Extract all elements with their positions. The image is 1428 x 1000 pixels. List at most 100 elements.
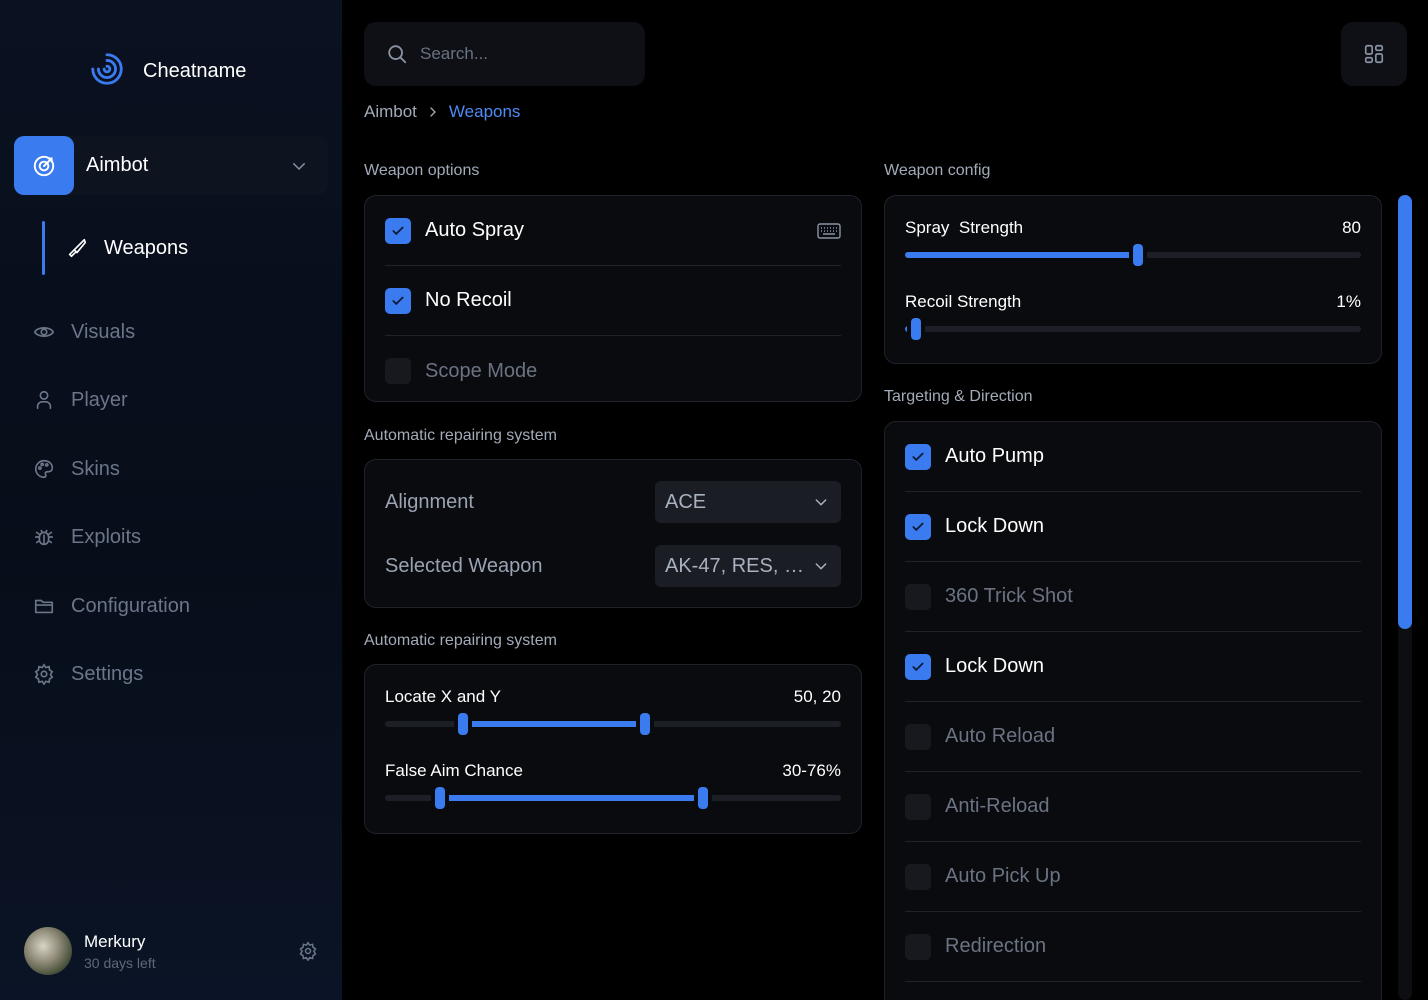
user-profile: Merkury 30 days left	[24, 926, 320, 976]
checkbox-unchecked[interactable]	[905, 583, 931, 610]
checkbox-checked[interactable]	[905, 653, 931, 680]
alignment-row: Alignment ACE	[385, 481, 841, 523]
spray-strength-slider: Spray Strength 80	[905, 218, 1361, 268]
chevron-down-icon	[813, 494, 829, 510]
checkbox-unchecked[interactable]	[905, 933, 931, 960]
sidebar-item-visuals[interactable]: Visuals	[32, 317, 135, 347]
option-label: Auto Pick Up	[945, 865, 1061, 887]
false-aim-slider: False Aim Chance 30-76%	[385, 761, 841, 811]
slider-track[interactable]	[385, 713, 841, 735]
sidebar-item-label: Aimbot	[86, 154, 149, 176]
eye-icon	[32, 321, 56, 343]
checkbox-unchecked[interactable]	[905, 723, 931, 750]
slider-handle[interactable]	[1132, 244, 1143, 266]
alignment-value: ACE	[665, 490, 707, 513]
slider-fill	[439, 795, 703, 801]
slider-handle[interactable]	[911, 318, 922, 340]
search-icon	[386, 43, 408, 65]
targeting-option[interactable]: Lock Down	[905, 492, 1361, 562]
sidebar-item-aimbot[interactable]: Aimbot	[14, 136, 328, 195]
slider-handle-max[interactable]	[697, 787, 708, 809]
sidebar-item-configuration[interactable]: Configuration	[32, 591, 190, 621]
brand: Cheatname	[88, 50, 246, 93]
sidebar-item-label: Configuration	[71, 594, 190, 617]
sidebar-item-exploits[interactable]: Exploits	[32, 522, 141, 552]
option-scope-mode[interactable]: Scope Mode	[385, 336, 841, 406]
slider-value: 30-76%	[782, 761, 841, 780]
breadcrumb: Aimbot Weapons	[364, 102, 520, 122]
option-label: Auto Spray	[425, 219, 524, 241]
targeting-option[interactable]: Auto Pick Up	[905, 842, 1361, 912]
targeting-card: Auto Pump Lock Down 360 Trick Shot Lock Dow…	[884, 421, 1382, 1000]
targeting-option[interactable]: Auto Reload	[905, 702, 1361, 772]
slider-label: Spray Strength	[905, 218, 1024, 237]
gear-icon	[32, 663, 56, 685]
user-name: Merkury	[84, 931, 146, 951]
checkbox-unchecked[interactable]	[905, 863, 931, 890]
targeting-option[interactable]: Anti-Reload	[905, 772, 1361, 842]
sidebar: Cheatname Aimbot Weapons Visuals Player …	[0, 0, 342, 1000]
slider-track[interactable]	[385, 787, 841, 809]
breadcrumb-parent[interactable]: Aimbot	[364, 102, 417, 122]
selected-weapon-value: AK-47, RES, SCAR	[665, 554, 807, 577]
slider-label: Recoil Strength	[905, 292, 1022, 311]
checkbox-unchecked[interactable]	[385, 358, 411, 384]
targeting-option[interactable]: Auto Pump	[905, 422, 1361, 492]
keyboard-icon[interactable]	[817, 222, 841, 239]
search-bar	[364, 22, 645, 86]
sidebar-item-label: Settings	[71, 662, 144, 685]
selected-weapon-label: Selected Weapon	[385, 554, 543, 577]
sidebar-subitem-weapons[interactable]: Weapons	[42, 221, 188, 275]
sidebar-item-label: Skins	[71, 457, 120, 480]
targeting-option[interactable]: 360 Trick Shot	[905, 562, 1361, 632]
weapon-config-card: Spray Strength 80 Recoil Strength 1%	[884, 195, 1382, 364]
sidebar-item-skins[interactable]: Skins	[32, 454, 120, 484]
targeting-option[interactable]: Redirection	[905, 912, 1361, 982]
option-auto-spray[interactable]: Auto Spray	[385, 196, 841, 266]
option-label: Lock Down	[945, 655, 1044, 677]
target-icon	[14, 136, 74, 195]
section-title-repairing-system: Automatic repairing system	[364, 427, 557, 444]
active-indicator	[42, 221, 45, 275]
checkbox-checked[interactable]	[905, 513, 931, 540]
folder-icon	[32, 595, 56, 617]
checkbox-checked[interactable]	[905, 443, 931, 470]
palette-icon	[32, 458, 56, 480]
targeting-option[interactable]: Lock Down	[905, 632, 1361, 702]
avatar[interactable]	[24, 927, 72, 975]
scrollbar[interactable]	[1398, 195, 1412, 1000]
slider-handle-min[interactable]	[457, 713, 468, 735]
slider-value: 80	[1342, 218, 1361, 237]
checkbox-checked[interactable]	[385, 287, 411, 314]
weapon-options-card: Auto Spray No Recoil Scope Mode	[364, 195, 862, 402]
chevron-down-icon	[813, 558, 829, 574]
gear-icon[interactable]	[298, 941, 318, 961]
spiral-logo-icon	[88, 50, 126, 93]
section-title-weapon-config: Weapon config	[884, 162, 991, 179]
locate-slider: Locate X and Y 50, 20	[385, 687, 841, 737]
option-label: Auto Pump	[945, 445, 1044, 467]
slider-handle-min[interactable]	[434, 787, 445, 809]
search-input[interactable]	[420, 44, 620, 64]
selected-weapon-select[interactable]: AK-47, RES, SCAR	[655, 545, 841, 587]
alignment-select[interactable]: ACE	[655, 481, 841, 523]
option-label: Lock Down	[945, 515, 1044, 537]
checkbox-checked[interactable]	[385, 217, 411, 244]
option-no-recoil[interactable]: No Recoil	[385, 266, 841, 336]
slider-handle-max[interactable]	[639, 713, 650, 735]
selected-weapon-row: Selected Weapon AK-47, RES, SCAR	[385, 545, 841, 587]
scrollbar-thumb[interactable]	[1398, 195, 1412, 629]
checkbox-unchecked[interactable]	[905, 793, 931, 820]
section-title-weapon-options: Weapon options	[364, 162, 480, 179]
slider-track[interactable]	[905, 244, 1361, 266]
chevron-right-icon	[427, 106, 439, 118]
grid-icon	[1363, 43, 1385, 65]
sidebar-item-settings[interactable]: Settings	[32, 659, 143, 689]
sidebar-item-player[interactable]: Player	[32, 385, 128, 415]
sidebar-subitem-label: Weapons	[104, 236, 189, 259]
option-label: Anti-Reload	[945, 795, 1050, 817]
slider-fill	[462, 721, 645, 727]
slider-track[interactable]	[905, 318, 1361, 340]
option-label: No Recoil	[425, 289, 512, 311]
grid-view-button[interactable]	[1341, 22, 1407, 86]
